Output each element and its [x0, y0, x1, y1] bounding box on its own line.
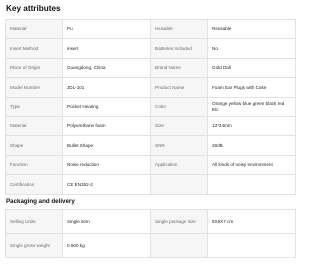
attribute-row: Selling Units Single item Single package s…	[5, 209, 296, 234]
attribute-row: Shape Bullet Shape SNR 28dB	[5, 135, 296, 156]
attribute-label: Material	[5, 115, 63, 137]
attribute-row: Certification CE EN352-2	[5, 174, 296, 195]
attribute-value: insert	[62, 38, 151, 59]
attribute-row: Place of Origin Guangdong, China Brand Nam…	[5, 57, 296, 79]
attribute-value: Single item	[62, 209, 151, 234]
attribute-label: Brand Name	[150, 57, 208, 79]
key-attributes-table: Material Pu reusable Reusable Insert Method i…	[5, 18, 296, 195]
attribute-label: Insert Method	[5, 38, 63, 59]
attribute-label: Selling Units	[5, 209, 63, 234]
attribute-row: Material Polyurethane foam Size 13*24mm	[5, 115, 296, 137]
attribute-value: Polyurethane foam	[62, 115, 151, 137]
attribute-row: Model Number JDL-101 Product Name Foam Ear …	[5, 77, 296, 98]
attribute-value: 0.500 kg	[62, 233, 151, 258]
attribute-label: Application	[150, 154, 208, 176]
attribute-value: Pu	[62, 18, 151, 40]
packaging-body: Selling Units Single item Single package s…	[5, 209, 296, 258]
attribute-label: Batteries Included	[150, 38, 208, 59]
attribute-label: Model Number	[5, 77, 63, 98]
attribute-value: JDL-101	[62, 77, 151, 98]
attribute-label: reusable	[150, 18, 208, 40]
attribute-value: No	[207, 38, 296, 59]
attribute-label: Material	[5, 18, 63, 40]
attribute-value: 13*24mm	[207, 115, 296, 137]
attribute-label: Product Name	[150, 77, 208, 98]
key-attributes-body: Material Pu reusable Reusable Insert Method i…	[5, 18, 296, 195]
key-attributes-heading: Key attributes	[6, 4, 61, 13]
attribute-row: Material Pu reusable Reusable	[5, 18, 296, 40]
attribute-row: Type Pocket Hearing Color Orange yellow blu…	[5, 96, 296, 117]
attribute-value: Bullet Shape	[62, 135, 151, 156]
attribute-label: Certification	[5, 174, 63, 195]
attribute-label	[150, 233, 208, 258]
attribute-value: Reusable	[207, 18, 296, 40]
attribute-value: 5X6X7 cm	[207, 209, 296, 234]
attribute-row: Function Noise reduction Application All ki…	[5, 154, 296, 176]
attribute-label: Size	[150, 115, 208, 137]
attribute-value: Foam Ear Plugs with Case	[207, 77, 296, 98]
attribute-label: Color	[150, 96, 208, 117]
attribute-label: Single package size	[150, 209, 208, 234]
attribute-label: Shape	[5, 135, 63, 156]
attribute-value: Pocket Hearing	[62, 96, 151, 117]
product-attributes-page: Key attributes Material Pu reusable Reusabl…	[0, 0, 300, 265]
attribute-value	[207, 174, 296, 195]
attribute-value: Guangdong, China	[62, 57, 151, 79]
attribute-value: Noise reduction	[62, 154, 151, 176]
attribute-label: Type	[5, 96, 63, 117]
attribute-label: Single gross weight	[5, 233, 63, 258]
attribute-label: SNR	[150, 135, 208, 156]
attribute-label: Place of Origin	[5, 57, 63, 79]
attribute-value: Orange yellow blue green black red Etc	[207, 96, 296, 117]
packaging-heading: Packaging and delivery	[6, 198, 75, 205]
attribute-label: Function	[5, 154, 63, 176]
attribute-row: Insert Method insert Batteries Included No	[5, 38, 296, 59]
attribute-value: All kinds of noisy environment	[207, 154, 296, 176]
attribute-value: CE EN352-2	[62, 174, 151, 195]
attribute-value: 28dB	[207, 135, 296, 156]
attribute-value: Gold Dall	[207, 57, 296, 79]
attribute-label	[150, 174, 208, 195]
attribute-value	[207, 233, 296, 258]
packaging-table: Selling Units Single item Single package s…	[5, 209, 296, 258]
attribute-row: Single gross weight 0.500 kg	[5, 233, 296, 258]
